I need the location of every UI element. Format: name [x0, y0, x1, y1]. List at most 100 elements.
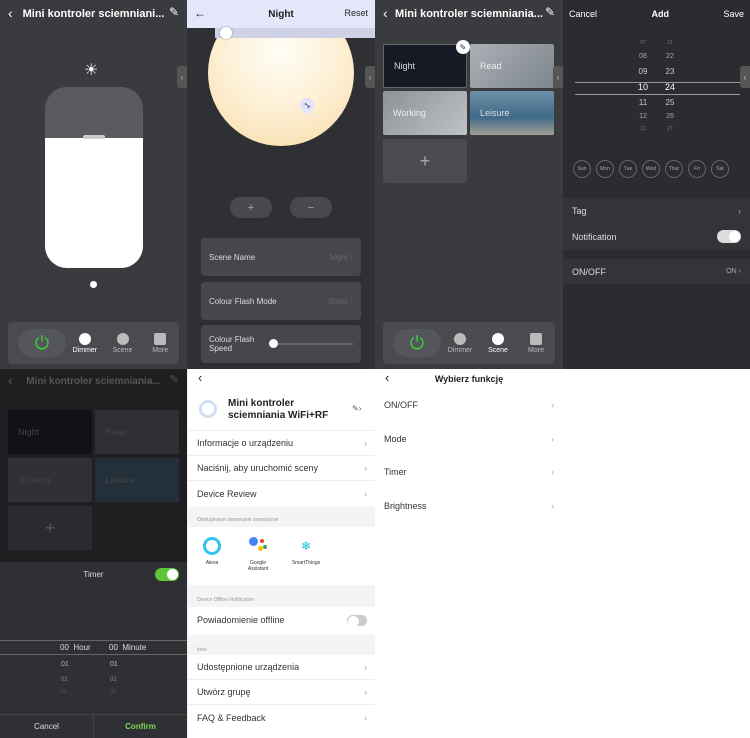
tab-scene[interactable]: Scene	[479, 332, 517, 354]
device-name: Mini kontroler sciemniania WiFi+RF	[228, 398, 329, 421]
day-button[interactable]: Sun	[573, 160, 591, 178]
screen-choose-function: ‹ Wybierz funkcję ON/OFF › Mode › Timer › B…	[375, 369, 563, 738]
time-picker[interactable]: 07 08 09 10 11 12 13 21 22 23 24 25 26 27	[563, 40, 740, 132]
minus-button[interactable]: −	[290, 197, 332, 218]
scene-leisure[interactable]: Leisure	[470, 91, 554, 135]
picker-highlight-line-bottom	[575, 94, 740, 95]
picker-value: 13	[640, 126, 646, 132]
day-button[interactable]: Thur	[665, 160, 683, 178]
offline-notification-toggle[interactable]	[347, 614, 367, 627]
top-slider-track[interactable]	[215, 28, 375, 38]
notification-toggle[interactable]	[717, 230, 741, 243]
brightness-slider[interactable]	[45, 87, 143, 268]
side-tab-handle[interactable]: ‹	[177, 66, 187, 88]
device-info-row[interactable]: Informacje o urządzeniu ›	[188, 431, 375, 456]
back-icon[interactable]: ‹	[385, 370, 389, 385]
bulb-icon	[78, 332, 91, 345]
duration-picker[interactable]: 00 Hour 00 Minute 01 01 02 02 03 03	[0, 640, 187, 702]
section-gap: Obsługiwane sterowanie zewnętrzne	[188, 507, 375, 527]
edit-icon[interactable]: ✎	[170, 373, 179, 386]
power-button[interactable]: ⏻	[393, 329, 441, 357]
plus-button[interactable]: +	[230, 197, 272, 218]
save-button[interactable]: Save	[723, 9, 744, 19]
back-icon[interactable]: ‹	[383, 5, 388, 21]
back-icon[interactable]: ‹	[198, 370, 202, 385]
reset-button[interactable]: Reset	[344, 8, 368, 18]
tab-more[interactable]: More	[141, 332, 179, 354]
scene-edit-icon[interactable]: ✎	[456, 40, 470, 54]
screen-scenes: ‹ Mini kontroler sciemniania... ✎ Night …	[375, 0, 563, 369]
create-group-row[interactable]: Utwórz grupę ›	[188, 680, 375, 705]
slider-handle[interactable]	[83, 135, 105, 139]
edit-icon[interactable]: ✎	[169, 5, 179, 19]
section-gap-other: Inne	[188, 635, 375, 655]
scene-name-row[interactable]: Scene Name Night ›	[201, 238, 361, 276]
picker-value: 09	[638, 67, 648, 76]
onoff-row[interactable]: ON/OFF ON ›	[563, 259, 750, 284]
back-arrow-icon[interactable]: ←	[194, 6, 206, 20]
day-button[interactable]: Fri	[688, 160, 706, 178]
back-icon[interactable]: ‹	[8, 5, 13, 21]
day-button[interactable]: Wed	[642, 160, 660, 178]
picker-line-top	[0, 640, 187, 641]
side-tab-handle[interactable]: ‹	[740, 66, 750, 88]
function-timer[interactable]: Timer ›	[375, 455, 563, 489]
edit-device-icon[interactable]: ✎›	[352, 404, 361, 413]
cancel-button[interactable]: Cancel	[569, 9, 597, 19]
add-scene-dim: +	[8, 506, 92, 550]
google-assistant-item[interactable]: Google Assistant	[241, 537, 275, 572]
brightness-sun-icon: ☀	[84, 62, 99, 79]
side-tab-handle[interactable]: ‹	[365, 66, 375, 88]
confirm-button[interactable]: Confirm	[94, 715, 187, 738]
tab-more[interactable]: More	[517, 332, 555, 354]
timer-toggle[interactable]	[155, 568, 179, 581]
picker-value: 25	[665, 98, 675, 107]
page-title: Add	[651, 9, 670, 19]
day-button[interactable]: Mon	[596, 160, 614, 178]
scene-read-dim: Read	[95, 410, 179, 454]
add-scene-button[interactable]: +	[383, 139, 467, 183]
back-icon[interactable]: ‹	[8, 372, 13, 388]
picker-value: 22	[666, 53, 674, 60]
chevron-right-icon: ›	[364, 488, 367, 499]
speed-slider-handle[interactable]	[269, 339, 278, 348]
edit-icon[interactable]: ✎	[545, 5, 555, 19]
day-button[interactable]: Sat	[711, 160, 729, 178]
cancel-button[interactable]: Cancel	[0, 715, 94, 738]
picker-value: 11	[638, 98, 648, 107]
screen-timer: ‹ Mini kontroler sciemniania... ✎ Night …	[0, 369, 187, 738]
tab-scene[interactable]: Scene	[104, 332, 142, 354]
chevron-right-icon: ›	[551, 500, 554, 511]
assistant-list: Alexa Google Assistant ❄ SmartThings	[188, 529, 375, 583]
function-onoff[interactable]: ON/OFF ›	[375, 388, 563, 422]
power-button[interactable]: ⏻	[18, 329, 66, 357]
header: ‹ Wybierz funkcję	[375, 369, 563, 388]
device-review-row[interactable]: Device Review ›	[188, 481, 375, 506]
shared-devices-row[interactable]: Udostępnione urządzenia ›	[188, 655, 375, 680]
screen-dimmer: ‹ Mini kontroler sciemniani... ✎ ☀ ‹ ⏻ D…	[0, 0, 187, 369]
tab-dimmer[interactable]: Dimmer	[66, 332, 104, 354]
scene-night[interactable]: Night	[383, 44, 467, 88]
smartthings-item[interactable]: ❄ SmartThings	[286, 537, 326, 566]
scene-working-dim: Working	[8, 458, 92, 502]
offline-notification-row: Powiadomienie offline	[188, 607, 375, 633]
scene-read[interactable]: Read	[470, 44, 554, 88]
tab-dimmer[interactable]: Dimmer	[441, 332, 479, 354]
bulb-icon	[454, 332, 466, 345]
tap-to-run-row[interactable]: Naciśnij, aby uruchomić sceny ›	[188, 456, 375, 481]
tag-row[interactable]: Tag ›	[563, 198, 750, 223]
speed-slider[interactable]	[269, 339, 353, 348]
alexa-item[interactable]: Alexa	[199, 537, 225, 566]
top-slider-handle[interactable]	[220, 27, 232, 39]
side-tab-handle[interactable]: ‹	[553, 66, 563, 88]
device-icon	[199, 400, 217, 418]
colour-flash-mode-row[interactable]: Colour Flash Mode Static ›	[201, 282, 361, 320]
picker-value: 07	[640, 40, 646, 46]
bottom-tab-bar: ⏻ Dimmer Scene More	[8, 322, 179, 364]
function-mode[interactable]: Mode ›	[375, 422, 563, 455]
function-brightness[interactable]: Brightness ›	[375, 489, 563, 522]
faq-feedback-row[interactable]: FAQ & Feedback ›	[188, 705, 375, 730]
scene-working[interactable]: Working	[383, 91, 467, 135]
day-button[interactable]: Tue	[619, 160, 637, 178]
picker-value: 24	[664, 82, 675, 92]
